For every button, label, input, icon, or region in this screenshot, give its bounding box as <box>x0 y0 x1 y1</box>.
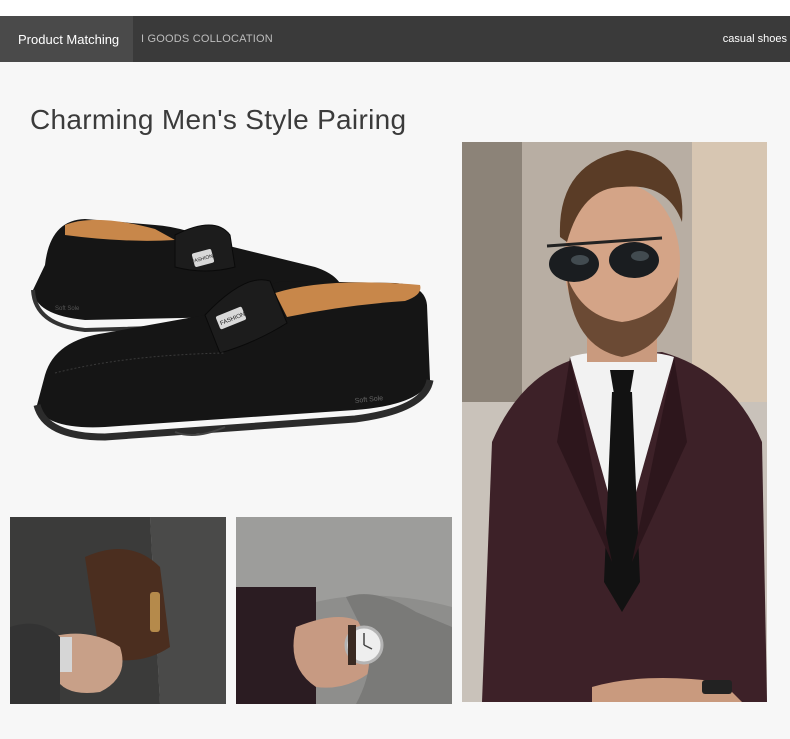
watch-hands-photo <box>236 517 452 704</box>
cardigan-clutch-photo <box>10 517 226 704</box>
product-matching-tab[interactable]: Product Matching <box>0 16 133 62</box>
goods-collocation-label: I GOODS COLLOCATION <box>141 33 273 45</box>
model-photo <box>462 142 767 702</box>
page-header: Product Matching I GOODS COLLOCATION cas… <box>0 16 790 62</box>
page-title: Charming Men's Style Pairing <box>30 104 407 135</box>
casual-shoes-label: casual shoes <box>722 33 787 45</box>
loafer-shoes-image: FASHION Soft Sole FASHION Soft Sole <box>31 219 434 441</box>
back-shoe-sole-text: Soft Sole <box>55 306 80 312</box>
